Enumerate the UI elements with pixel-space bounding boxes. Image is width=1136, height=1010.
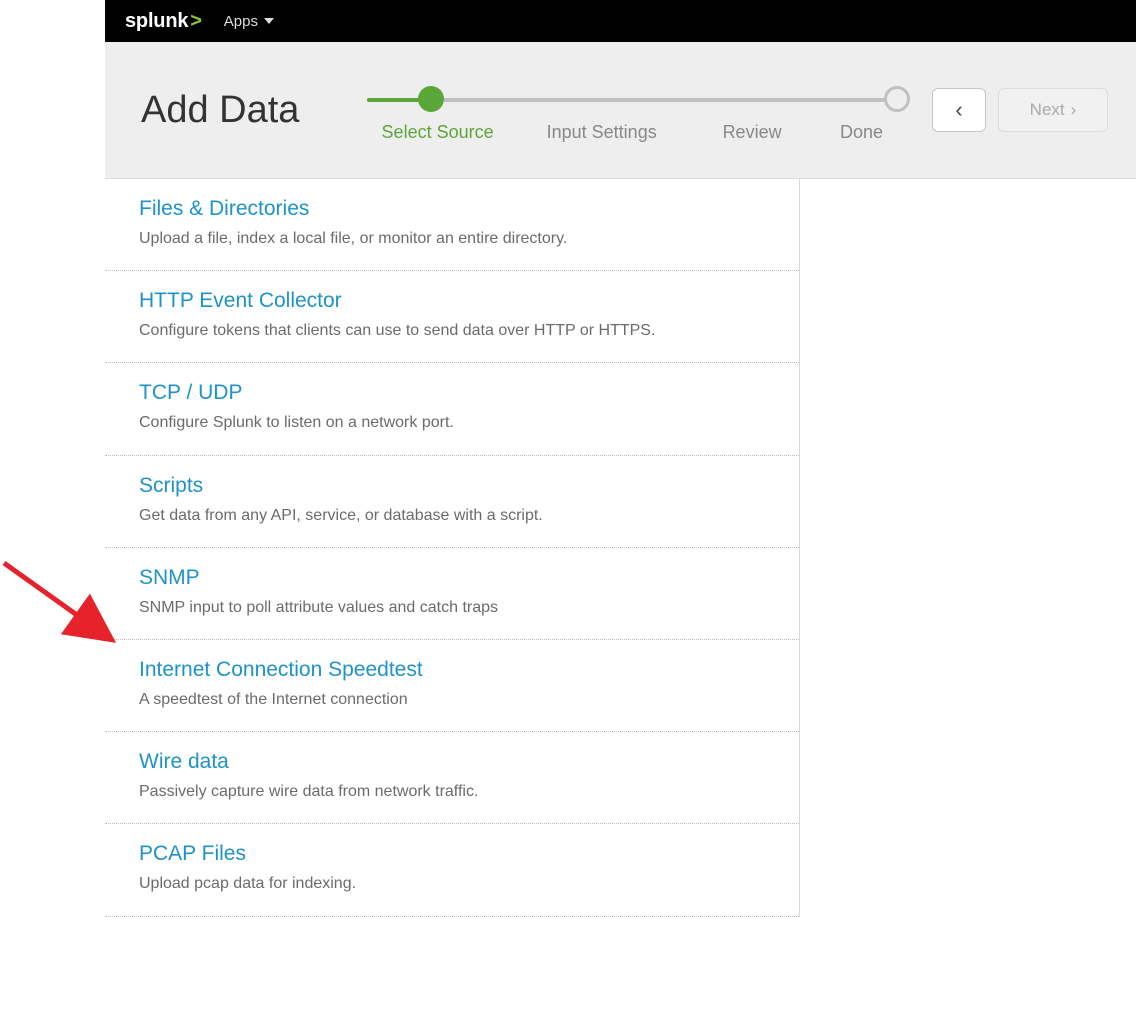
wizard-labels: Select Source Input Settings Review Done [361, 122, 908, 143]
source-title: HTTP Event Collector [139, 289, 769, 313]
header: Add Data Select Source Input Settings Re… [105, 42, 1136, 179]
wizard-stepper: Select Source Input Settings Review Done [361, 78, 908, 143]
brand-suffix: > [190, 10, 201, 32]
wizard-step-done: Done [815, 122, 908, 143]
source-desc: Upload pcap data for indexing. [139, 872, 699, 895]
chevron-down-icon [264, 18, 274, 24]
wizard-step-review: Review [689, 122, 815, 143]
source-title: PCAP Files [139, 842, 769, 866]
source-desc: A speedtest of the Internet connection [139, 688, 699, 711]
topbar: splunk> Apps [105, 0, 1136, 42]
source-desc: Configure tokens that clients can use to… [139, 319, 699, 342]
next-button: Next › [998, 88, 1108, 132]
wizard-step-dot-last [884, 86, 910, 112]
brand-name: splunk [125, 10, 188, 32]
source-item-http-event-collector[interactable]: HTTP Event Collector Configure tokens th… [105, 271, 799, 363]
source-item-speedtest[interactable]: Internet Connection Speedtest A speedtes… [105, 640, 799, 732]
wizard-track-line [367, 98, 902, 102]
source-desc: Get data from any API, service, or datab… [139, 504, 699, 527]
page-title: Add Data [141, 89, 361, 132]
source-list: Files & Directories Upload a file, index… [105, 179, 800, 917]
apps-menu-label: Apps [224, 13, 258, 30]
nav-buttons: ‹ Next › [932, 88, 1108, 132]
source-title: Wire data [139, 750, 769, 774]
source-title: Files & Directories [139, 197, 769, 221]
apps-menu[interactable]: Apps [224, 13, 274, 30]
chevron-left-icon: ‹ [955, 97, 962, 123]
source-title: SNMP [139, 566, 769, 590]
source-desc: Configure Splunk to listen on a network … [139, 411, 699, 434]
source-item-pcap-files[interactable]: PCAP Files Upload pcap data for indexing… [105, 824, 799, 916]
chevron-right-icon: › [1071, 100, 1077, 120]
back-button[interactable]: ‹ [932, 88, 986, 132]
source-title: Scripts [139, 474, 769, 498]
source-desc: Passively capture wire data from network… [139, 780, 699, 803]
wizard-track [367, 84, 902, 114]
source-item-files-directories[interactable]: Files & Directories Upload a file, index… [105, 179, 799, 271]
source-item-tcp-udp[interactable]: TCP / UDP Configure Splunk to listen on … [105, 363, 799, 455]
source-title: Internet Connection Speedtest [139, 658, 769, 682]
brand-logo[interactable]: splunk> [125, 10, 202, 33]
source-item-scripts[interactable]: Scripts Get data from any API, service, … [105, 456, 799, 548]
wizard-step-select-source[interactable]: Select Source [361, 122, 514, 143]
source-desc: Upload a file, index a local file, or mo… [139, 227, 699, 250]
wizard-step-input-settings: Input Settings [514, 122, 689, 143]
source-title: TCP / UDP [139, 381, 769, 405]
source-item-snmp[interactable]: SNMP SNMP input to poll attribute values… [105, 548, 799, 640]
content: Files & Directories Upload a file, index… [105, 179, 1136, 917]
source-item-wire-data[interactable]: Wire data Passively capture wire data fr… [105, 732, 799, 824]
source-desc: SNMP input to poll attribute values and … [139, 596, 699, 619]
wizard-step-dot-current [418, 86, 444, 112]
next-button-label: Next [1030, 100, 1065, 120]
